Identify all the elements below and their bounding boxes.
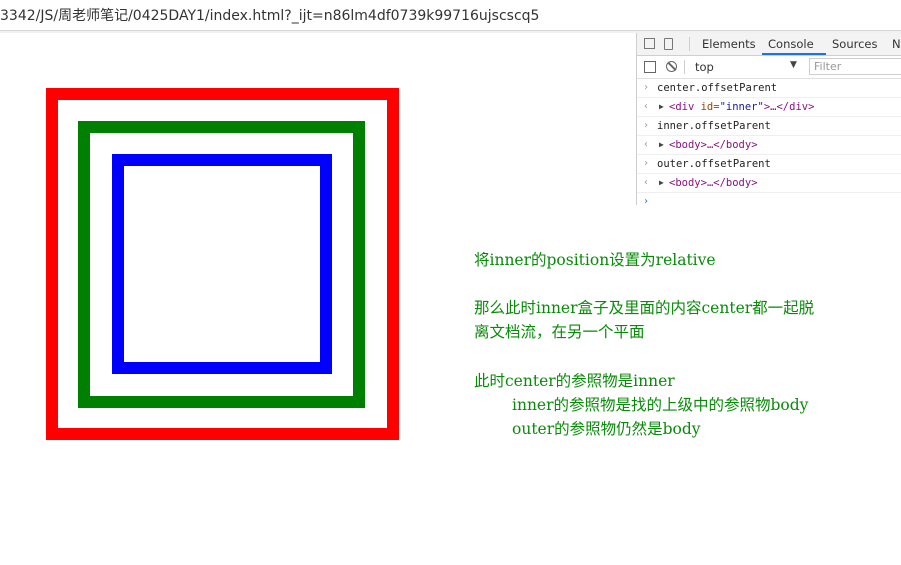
note-line: 将inner的position设置为relative bbox=[474, 251, 716, 269]
prompt-chevron-icon: › bbox=[643, 196, 650, 207]
expand-triangle-icon[interactable]: ▶ bbox=[659, 98, 664, 116]
result-attr-value: "inner" bbox=[719, 101, 764, 113]
note-line: 离文档流，在另一个平面 bbox=[474, 323, 645, 341]
console-result-line[interactable]: ‹ ▶ <div id="inner">…</div> bbox=[637, 98, 901, 117]
note-line: 那么此时inner盒子及里面的内容center都一起脱 bbox=[474, 299, 815, 317]
devtools-tab-bar: Elements Console Sources N bbox=[637, 33, 901, 56]
result-tag-close: >…</div> bbox=[763, 101, 815, 113]
expand-triangle-icon[interactable]: ▶ bbox=[659, 136, 664, 154]
note-line: 此时center的参照物是inner bbox=[474, 372, 675, 390]
note-line: inner的参照物是找的上级中的参照物body bbox=[512, 396, 809, 414]
devtools-panel: Elements Console Sources N top ▼ Filter … bbox=[636, 33, 901, 207]
console-result-line[interactable]: ‹ ▶ <body>…</body> bbox=[637, 136, 901, 155]
note-line: outer的参照物仍然是body bbox=[512, 420, 701, 438]
console-result-line[interactable]: ‹ ▶ <body>…</body> bbox=[637, 174, 901, 193]
console-result[interactable]: <div id="inner">…</div> bbox=[669, 98, 814, 116]
console-input-line[interactable]: › inner.offsetParent bbox=[637, 117, 901, 136]
inspect-element-icon[interactable] bbox=[644, 38, 655, 49]
console-command[interactable]: inner.offsetParent bbox=[657, 117, 771, 135]
console-input-line[interactable]: › outer.offsetParent bbox=[637, 155, 901, 174]
context-select[interactable]: top bbox=[695, 60, 714, 74]
filter-placeholder: Filter bbox=[814, 60, 842, 73]
result-tag-open: <body> bbox=[669, 139, 707, 151]
tab-divider bbox=[689, 37, 690, 51]
console-toolbar: top ▼ Filter bbox=[637, 56, 901, 79]
input-chevron-icon: › bbox=[643, 82, 650, 93]
inner-box bbox=[112, 154, 332, 374]
result-attr: id= bbox=[700, 101, 720, 113]
output-chevron-icon: ‹ bbox=[643, 139, 650, 150]
result-tag-open: <body> bbox=[669, 177, 707, 189]
console-command[interactable]: center.offsetParent bbox=[657, 79, 777, 97]
console-prompt[interactable]: › bbox=[637, 193, 901, 211]
output-chevron-icon: ‹ bbox=[643, 177, 650, 188]
dropdown-arrow-icon[interactable]: ▼ bbox=[790, 60, 797, 70]
output-chevron-icon: ‹ bbox=[643, 101, 650, 112]
expand-triangle-icon[interactable]: ▶ bbox=[659, 174, 664, 192]
console-result[interactable]: <body>…</body> bbox=[669, 136, 758, 154]
console-command[interactable]: outer.offsetParent bbox=[657, 155, 771, 173]
input-chevron-icon: › bbox=[643, 120, 650, 131]
console-input-line[interactable]: › center.offsetParent bbox=[637, 79, 901, 98]
clear-console-icon[interactable] bbox=[666, 61, 677, 72]
result-tag-open: <div bbox=[669, 101, 701, 113]
toolbar-divider bbox=[684, 60, 685, 74]
active-tab-indicator bbox=[762, 53, 826, 55]
tab-sources[interactable]: Sources bbox=[832, 37, 878, 51]
tab-network[interactable]: N bbox=[892, 37, 901, 51]
filter-input[interactable]: Filter bbox=[809, 58, 901, 75]
input-chevron-icon: › bbox=[643, 158, 650, 169]
address-bar[interactable]: 3342/JS/周老师笔记/0425DAY1/index.html?_ijt=n… bbox=[0, 0, 901, 31]
console-result[interactable]: <body>…</body> bbox=[669, 174, 758, 192]
result-tag-close: …</body> bbox=[706, 139, 758, 151]
tab-console[interactable]: Console bbox=[768, 37, 814, 51]
sidebar-toggle-icon[interactable] bbox=[644, 61, 656, 73]
result-tag-close: …</body> bbox=[706, 177, 758, 189]
device-toolbar-icon[interactable] bbox=[664, 38, 673, 50]
url-text[interactable]: 3342/JS/周老师笔记/0425DAY1/index.html?_ijt=n… bbox=[0, 5, 539, 25]
tab-elements[interactable]: Elements bbox=[702, 37, 756, 51]
